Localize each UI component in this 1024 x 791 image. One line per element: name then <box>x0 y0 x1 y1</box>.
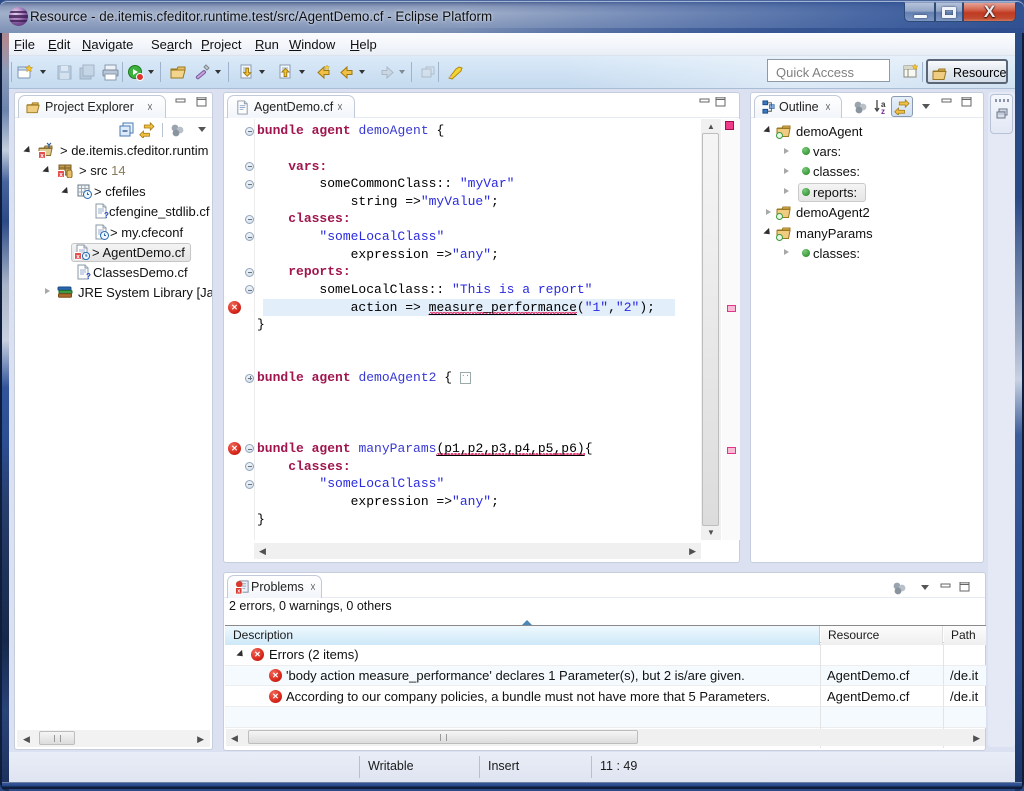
svg-text:x: x <box>59 172 63 179</box>
svg-text:?: ? <box>86 272 91 280</box>
svg-text:x: x <box>40 153 44 159</box>
svg-text:z: z <box>881 107 885 115</box>
svg-text:x: x <box>76 254 80 261</box>
